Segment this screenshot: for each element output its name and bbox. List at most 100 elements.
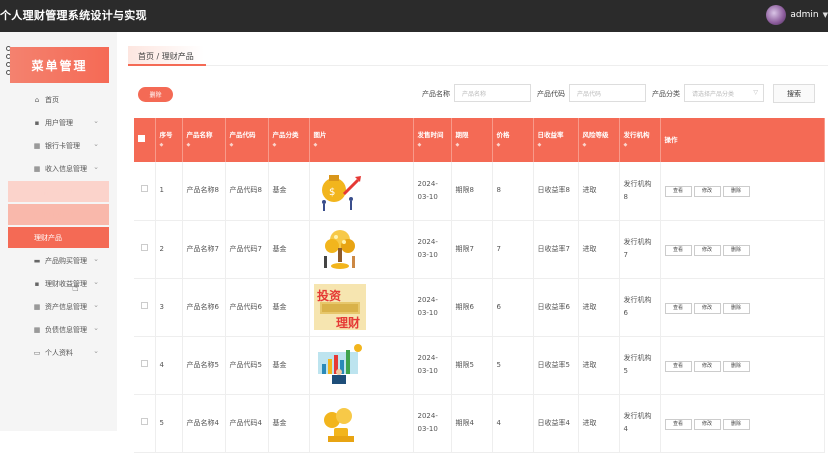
column-header[interactable]: 产品代码 ◆: [225, 118, 269, 162]
table-row[interactable]: 3 产品名称6 产品代码6 基金 投资 理财 2024-03-10 期限6 6 日收益率6 进取 发行…: [134, 278, 825, 337]
edit-button[interactable]: 修改: [693, 418, 721, 430]
sort-icon[interactable]: ◆: [418, 140, 447, 150]
select-all-checkbox[interactable]: [138, 135, 145, 142]
row-checkbox[interactable]: [140, 243, 148, 251]
column-header[interactable]: 序号 ◆: [155, 118, 183, 162]
row-actions: 查看 修改 删除: [660, 220, 825, 279]
row-checkbox[interactable]: [140, 185, 148, 193]
cell-price: 8: [492, 162, 534, 221]
delete-row-button[interactable]: 删除: [722, 360, 750, 372]
sort-icon[interactable]: ◆: [497, 140, 529, 150]
sidebar-item-label: 首页: [45, 95, 59, 104]
table-row[interactable]: 1 产品名称8 产品代码8 基金 $2024-03-10 期限8 8 日收益率8 进取 发行机构8…: [134, 162, 825, 221]
column-header[interactable]: 发行机构 ◆: [619, 118, 661, 162]
sidebar-item[interactable]: ▦ 资产信息管理 ⌄: [8, 296, 109, 317]
product-code-input[interactable]: 产品代码: [569, 84, 646, 102]
product-image: $: [309, 162, 414, 221]
column-header-label: 价格: [496, 131, 510, 139]
view-button[interactable]: 查看: [664, 302, 692, 314]
sidebar-item[interactable]: ▦ 负债信息管理 ⌄: [8, 319, 109, 340]
sidebar-item-label: 资产信息管理: [45, 302, 87, 311]
edit-button[interactable]: 修改: [693, 244, 721, 256]
user-menu[interactable]: admin ▼: [766, 5, 828, 25]
cell-yield: 日收益率7: [533, 220, 579, 279]
edit-button[interactable]: 修改: [693, 302, 721, 314]
edit-button[interactable]: 修改: [693, 186, 721, 198]
sort-icon[interactable]: ◆: [230, 140, 264, 150]
column-header[interactable]: 产品名称 ◆: [182, 118, 226, 162]
delete-row-button[interactable]: 删除: [722, 418, 750, 430]
sort-icon[interactable]: ◆: [583, 140, 615, 150]
cell-risk: 进取: [578, 336, 620, 395]
view-button[interactable]: 查看: [664, 418, 692, 430]
delete-row-button[interactable]: 删除: [722, 186, 750, 198]
sidebar-item[interactable]: ▦ 银行卡管理 ⌄: [8, 135, 109, 156]
cell-price: 7: [492, 220, 534, 279]
breadcrumb[interactable]: 首页 / 理财产品: [128, 46, 204, 66]
column-header[interactable]: 图片 ◆: [309, 118, 414, 162]
view-button[interactable]: 查看: [664, 186, 692, 198]
table-header-row: 序号 ◆ 产品名称 ◆ 产品代码 ◆ 产品分类 ◆ 图片 ◆ 发售时间 ◆ 期限 ◆ 价格 ◆ 日收益率 ◆ 风险等…: [134, 118, 825, 162]
sidebar-item[interactable]: ▬ 产品购买管理 ⌄: [8, 250, 109, 271]
column-header[interactable]: 操作: [660, 118, 825, 162]
table-row[interactable]: 5 产品名称4 产品代码4 基金 2024-03-10 期限4 4 日收益率4 进取 发行机构4 查…: [134, 394, 825, 453]
sort-icon[interactable]: ◆: [187, 140, 221, 150]
delete-button[interactable]: 删除: [138, 87, 173, 102]
sort-icon[interactable]: ◆: [273, 140, 305, 150]
chevron-down-icon[interactable]: ▼: [823, 11, 828, 19]
cell-no: 2: [155, 220, 183, 279]
column-header[interactable]: [134, 118, 156, 162]
grid-icon: ▦: [33, 302, 41, 311]
sidebar-item[interactable]: ▪ 用户管理 ⌄: [8, 112, 109, 133]
avatar[interactable]: [766, 5, 787, 25]
chevron-down-icon: ⌄: [93, 163, 99, 171]
sidebar-item-label: 个人资料: [45, 348, 73, 357]
column-header[interactable]: 风险等级 ◆: [578, 118, 620, 162]
doc-icon: ▪: [34, 279, 40, 288]
product-image: [309, 336, 414, 395]
view-button[interactable]: 查看: [664, 360, 692, 372]
sidebar-item[interactable]: 产品类型管理: [8, 181, 109, 202]
chevron-down-icon: ⌄: [93, 324, 99, 332]
product-category-select[interactable]: 请选择产品分类 ▽: [684, 84, 764, 102]
delete-row-button[interactable]: 删除: [722, 244, 750, 256]
sidebar-item[interactable]: ▭ 个人资料 ⌄: [8, 342, 109, 363]
table-row[interactable]: 2 产品名称7 产品代码7 基金 2024-03-10 期限7 7 日收益率7 进取 发行机构7 查…: [134, 220, 825, 279]
column-header[interactable]: 期限 ◆: [451, 118, 493, 162]
search-button[interactable]: 搜索: [773, 84, 815, 103]
sort-icon[interactable]: ◆: [160, 140, 178, 150]
row-checkbox[interactable]: [140, 359, 148, 367]
column-header[interactable]: 日收益率 ◆: [533, 118, 579, 162]
cell-term: 期限5: [451, 336, 493, 395]
cell-category: 基金: [268, 336, 310, 395]
sidebar-item[interactable]: 理财产品: [8, 227, 109, 248]
row-checkbox[interactable]: [140, 301, 148, 309]
chevron-down-icon: ▽: [753, 89, 758, 96]
cell-risk: 进取: [578, 394, 620, 453]
column-header[interactable]: 产品分类 ◆: [268, 118, 310, 162]
column-header[interactable]: 价格 ◆: [492, 118, 534, 162]
sort-icon[interactable]: ◆: [456, 140, 488, 150]
view-button[interactable]: 查看: [664, 244, 692, 256]
sort-icon[interactable]: ◆: [538, 140, 574, 150]
edit-button[interactable]: 修改: [693, 360, 721, 372]
product-name-input[interactable]: 产品名称: [454, 84, 531, 102]
cell-term: 期限4: [451, 394, 493, 453]
delete-row-button[interactable]: 删除: [722, 302, 750, 314]
chevron-down-icon: ⌄: [93, 278, 99, 286]
cell-category: 基金: [268, 162, 310, 221]
sort-icon[interactable]: ◆: [314, 140, 409, 150]
row-checkbox[interactable]: [140, 417, 148, 425]
sidebar-item[interactable]: ▪ 理财收益管理 ⌄: [8, 273, 109, 294]
sidebar-item-label: 产品购买管理: [45, 256, 87, 265]
sort-icon[interactable]: ◆: [624, 140, 656, 150]
table-row[interactable]: 4 产品名称5 产品代码5 基金 2024-03-10 期限5 5 日收益率5 进取 发行机构5 查…: [134, 336, 825, 395]
column-header[interactable]: 发售时间 ◆: [413, 118, 452, 162]
cell-price: 6: [492, 278, 534, 337]
row-select-cell: [134, 394, 156, 453]
sidebar-item[interactable]: ⌂ 首页: [8, 89, 109, 110]
cell-term: 期限7: [451, 220, 493, 279]
username[interactable]: admin: [790, 10, 818, 20]
sidebar-item[interactable]: 产品分类管理: [8, 204, 109, 225]
sidebar-item[interactable]: ▦ 收入信息管理 ⌄: [8, 158, 109, 179]
